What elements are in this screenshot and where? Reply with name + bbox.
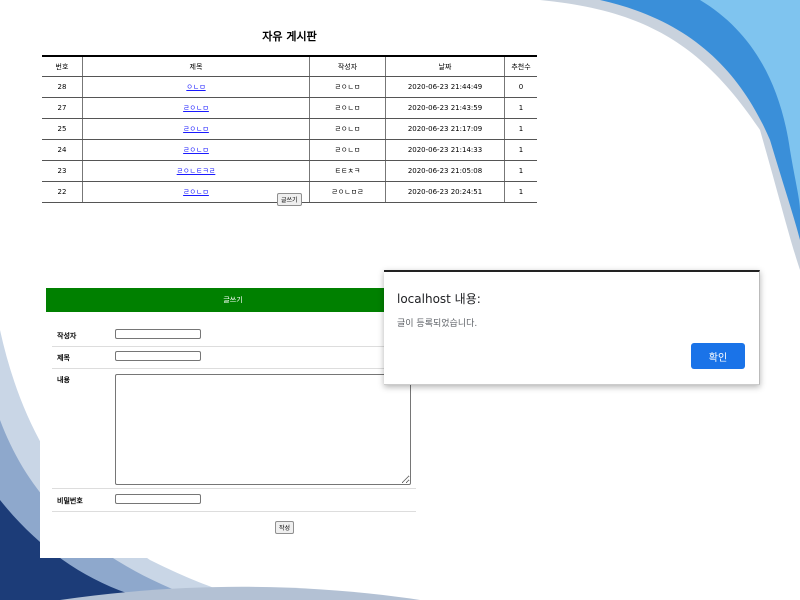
content-textarea[interactable] [115,374,411,485]
post-author: ㅌㅌㅊㅋ [309,160,386,182]
post-likes: 1 [504,160,537,182]
write-post-button[interactable]: 글쓰기 [277,193,302,206]
column-header-author: 작성자 [309,56,386,77]
post-number: 22 [42,181,83,203]
dialog-ok-button[interactable]: 확인 [691,343,745,369]
password-input[interactable] [115,494,201,504]
title-input[interactable] [115,351,201,361]
table-row: 24 ㄹㅇㄴㅁ ㄹㅇㄴㅁ 2020-06-23 21:14:33 1 [42,139,537,161]
column-header-likes: 추천수 [504,56,537,77]
form-row-content: 내용 [52,368,416,489]
form-row-author: 작성자 [52,324,416,347]
post-number: 28 [42,76,83,98]
table-row: 25 ㄹㅇㄴㅁ ㄹㅇㄴㅁ 2020-06-23 21:17:09 1 [42,118,537,140]
table-row: 28 ㅇㄴㅁ ㄹㅇㄴㅁ 2020-06-23 21:44:49 0 [42,76,537,98]
title-label: 제목 [57,354,70,362]
column-header-date: 날짜 [385,56,505,77]
post-date: 2020-06-23 21:17:09 [385,118,505,140]
post-date: 2020-06-23 21:14:33 [385,139,505,161]
post-number: 24 [42,139,83,161]
post-author: ㄹㅇㄴㅁ [309,97,386,119]
post-author: ㄹㅇㄴㅁ [309,139,386,161]
post-likes: 1 [504,139,537,161]
dialog-message: 글이 등록되었습니다. [397,319,478,329]
posts-table: 번호 제목 작성자 날짜 추천수 28 ㅇㄴㅁ ㄹㅇㄴㅁ 2020-06-23 … [42,55,537,203]
column-header-number: 번호 [42,56,83,77]
post-date: 2020-06-23 21:05:08 [385,160,505,182]
post-title-link[interactable]: ㄹㅇㄴㅁ [183,146,209,154]
table-header-row: 번호 제목 작성자 날짜 추천수 [42,56,537,77]
table-row: 23 ㄹㅇㄴㅌㅋㄹ ㅌㅌㅊㅋ 2020-06-23 21:05:08 1 [42,160,537,182]
post-author: ㄹㅇㄴㅁㄹ [309,181,386,203]
post-title-link[interactable]: ㄹㅇㄴㅁ [183,188,209,196]
post-author: ㄹㅇㄴㅁ [309,118,386,140]
dialog-title: localhost 내용: [397,292,481,306]
form-row-title: 제목 [52,346,416,369]
post-likes: 0 [504,76,537,98]
form-row-password: 비밀번호 [52,488,416,512]
post-number: 23 [42,160,83,182]
post-author: ㄹㅇㄴㅁ [309,76,386,98]
author-label: 작성자 [57,332,77,340]
post-likes: 1 [504,181,537,203]
post-title-link[interactable]: ㄹㅇㄴㅁ [183,125,209,133]
alert-dialog: localhost 내용: 글이 등록되었습니다. 확인 [384,270,760,385]
submit-button[interactable]: 작성 [275,521,295,534]
table-row: 27 ㄹㅇㄴㅁ ㄹㅇㄴㅁ 2020-06-23 21:43:59 1 [42,97,537,119]
post-title-link[interactable]: ㅇㄴㅁ [186,83,205,91]
post-date: 2020-06-23 21:43:59 [385,97,505,119]
post-number: 25 [42,118,83,140]
author-input[interactable] [115,329,201,339]
post-title-link[interactable]: ㄹㅇㄴㅁ [183,104,209,112]
post-likes: 1 [504,97,537,119]
post-likes: 1 [504,118,537,140]
post-number: 27 [42,97,83,119]
form-header: 글쓰기 [46,288,420,312]
content-label: 내용 [57,376,70,384]
password-label: 비밀번호 [57,497,83,505]
post-date: 2020-06-23 20:24:51 [385,181,505,203]
board-title: 자유 게시판 [262,30,317,43]
board-list: 자유 게시판 번호 제목 작성자 날짜 추천수 28 ㅇㄴㅁ ㄹㅇㄴㅁ 2020… [42,28,537,203]
column-header-title: 제목 [82,56,310,77]
post-date: 2020-06-23 21:44:49 [385,76,505,98]
post-title-link[interactable]: ㄹㅇㄴㅌㅋㄹ [177,167,216,175]
write-form-panel: 글쓰기 작성자 제목 내용 비밀번호 작성 [40,285,420,558]
